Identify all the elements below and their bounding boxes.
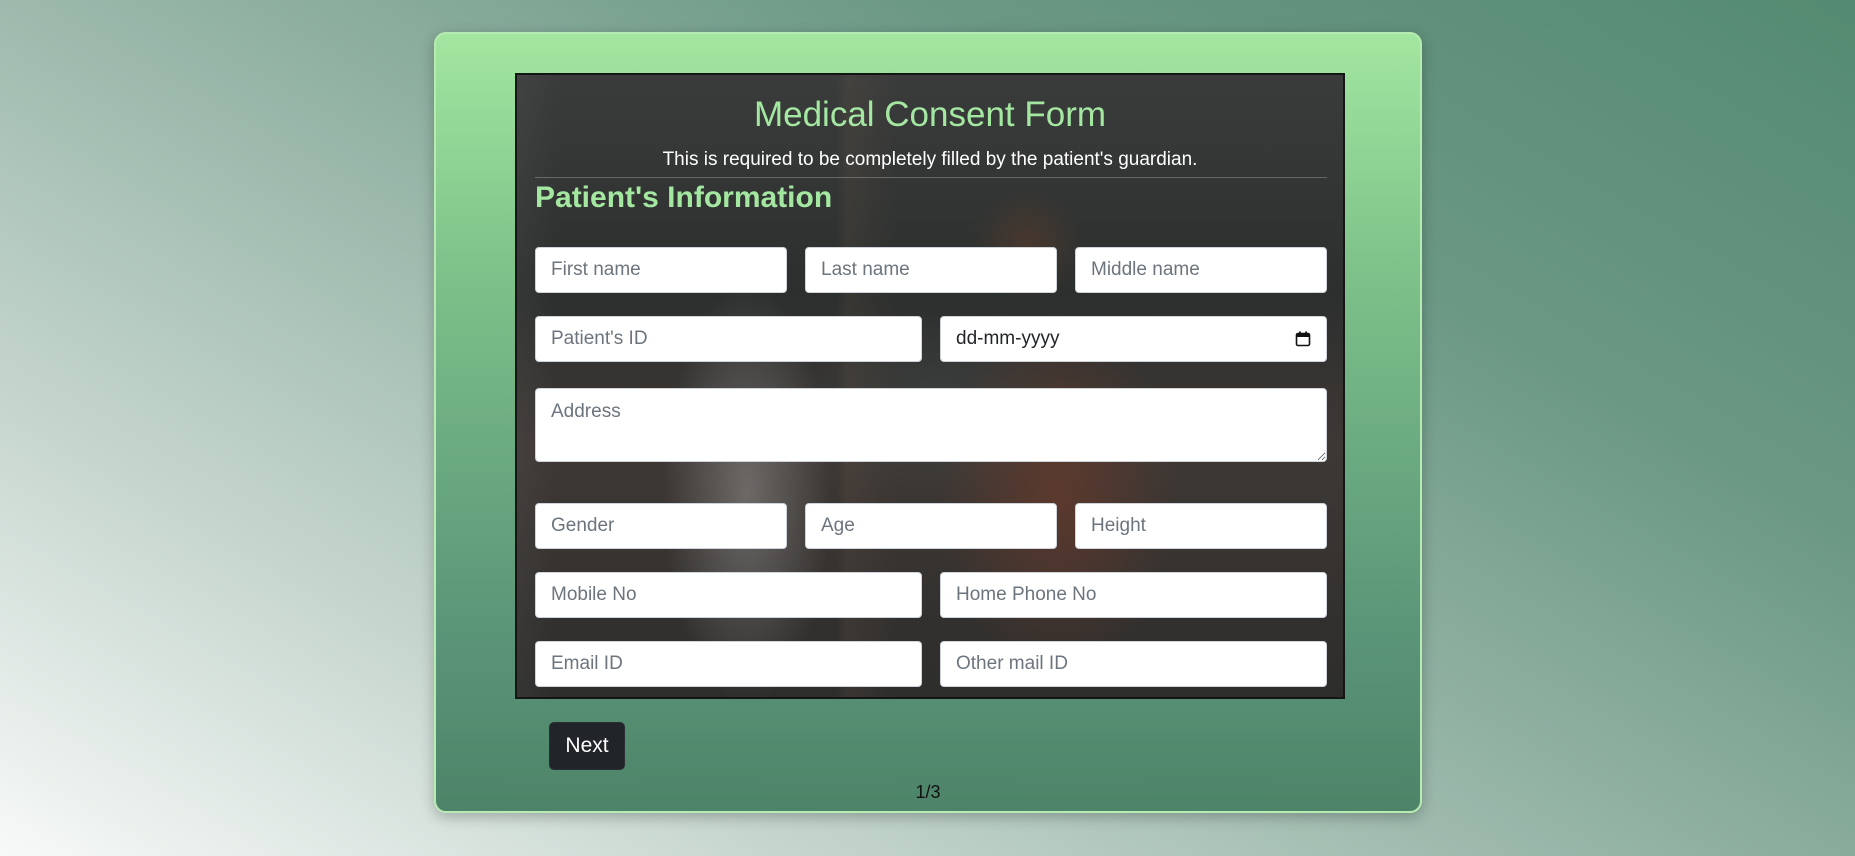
age-input[interactable] (805, 503, 1057, 549)
page-indicator: 1/3 (915, 782, 941, 802)
middle-name-input[interactable] (1075, 247, 1327, 293)
section-heading-patient-info: Patient's Information (535, 181, 833, 214)
next-button[interactable]: Next (549, 722, 625, 770)
date-format-text: dd-mm-yyyy (956, 328, 1060, 349)
first-name-input[interactable] (535, 247, 787, 293)
form-subtitle: This is required to be completely filled… (662, 149, 1198, 170)
home-phone-no-input[interactable] (940, 572, 1327, 618)
height-input[interactable] (1075, 503, 1327, 549)
calendar-icon[interactable] (1295, 331, 1311, 347)
date-of-birth-input[interactable]: dd-mm-yyyy (940, 316, 1327, 362)
last-name-input[interactable] (805, 247, 1057, 293)
form-title: Medical Consent Form (753, 95, 1107, 134)
header-divider (535, 177, 1327, 178)
mobile-no-input[interactable] (535, 572, 922, 618)
other-mail-id-input[interactable] (940, 641, 1327, 687)
form-card: Medical Consent Form This is required to… (434, 32, 1422, 813)
email-id-input[interactable] (535, 641, 922, 687)
gender-input[interactable] (535, 503, 787, 549)
form-panel: Medical Consent Form This is required to… (515, 73, 1345, 699)
patient-id-input[interactable] (535, 316, 922, 362)
address-textarea[interactable] (535, 388, 1327, 462)
